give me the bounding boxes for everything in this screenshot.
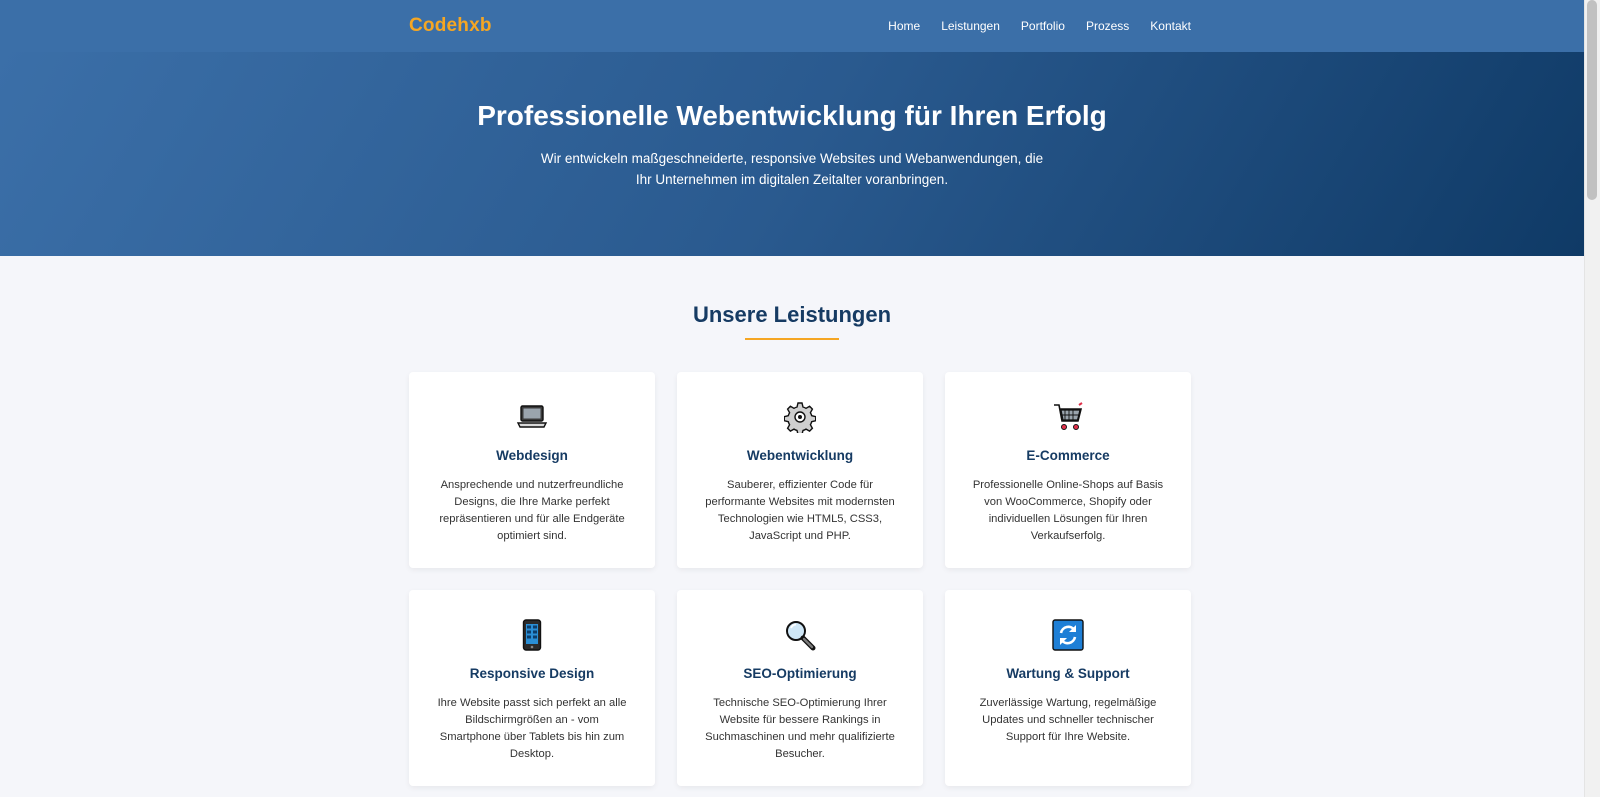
- vertical-scrollbar[interactable]: [1584, 0, 1600, 797]
- nav-link-home[interactable]: Home: [888, 19, 920, 33]
- laptop-icon: [515, 400, 549, 434]
- service-text: Technische SEO-Optimierung Ihrer Website…: [705, 697, 895, 760]
- navbar-inner: Codehxb Home Leistungen Portfolio Prozes…: [409, 0, 1191, 52]
- service-card-webentwicklung: Webentwicklung Sauberer, effizienter Cod…: [677, 372, 923, 568]
- service-card-responsive-design: Responsive Design Ihre Website passt sic…: [409, 590, 655, 786]
- service-text: Sauberer, effizienter Code für performan…: [705, 479, 895, 542]
- nav-links: Home Leistungen Portfolio Prozess Kontak…: [867, 19, 1191, 33]
- refresh-icon: [1051, 618, 1085, 652]
- service-card-wartung-support: Wartung & Support Zuverlässige Wartung, …: [945, 590, 1191, 786]
- services-title: Unsere Leistungen: [692, 302, 892, 327]
- nav-link-leistungen[interactable]: Leistungen: [941, 19, 1000, 33]
- magnifier-icon: [783, 618, 817, 652]
- logo[interactable]: Codehxb: [409, 15, 492, 37]
- nav-link-portfolio[interactable]: Portfolio: [1021, 19, 1065, 33]
- hero-title: Professionelle Webentwicklung für Ihren …: [477, 100, 1107, 131]
- service-title: Webentwicklung: [746, 448, 854, 463]
- service-title: Wartung & Support: [1006, 666, 1130, 681]
- shopping-cart-icon: [1051, 400, 1085, 434]
- nav-link-prozess[interactable]: Prozess: [1086, 19, 1129, 33]
- service-card-seo: SEO-Optimierung Technische SEO-Optimieru…: [677, 590, 923, 786]
- page: Codehxb Home Leistungen Portfolio Prozes…: [0, 0, 1584, 786]
- services-section: Unsere Leistungen Webdesign Ansprechende…: [0, 256, 1584, 786]
- navbar: Codehxb Home Leistungen Portfolio Prozes…: [0, 0, 1584, 52]
- service-text: Ihre Website passt sich perfekt an alle …: [437, 697, 627, 760]
- service-title: E-Commerce: [1026, 448, 1110, 463]
- service-title: Responsive Design: [469, 666, 595, 681]
- gear-icon: [783, 400, 817, 434]
- title-underline: [745, 338, 839, 340]
- scrollbar-thumb[interactable]: [1587, 0, 1597, 200]
- service-text: Ansprechende und nutzerfreundliche Desig…: [439, 479, 625, 542]
- service-text: Professionelle Online-Shops auf Basis vo…: [972, 479, 1164, 542]
- service-text: Zuverlässige Wartung, regelmäßige Update…: [979, 697, 1157, 743]
- service-title: SEO-Optimierung: [743, 666, 857, 681]
- service-title: Webdesign: [496, 448, 568, 463]
- hero-section: Professionelle Webentwicklung für Ihren …: [0, 52, 1584, 256]
- service-card-ecommerce: E-Commerce Professionelle Online-Shops a…: [945, 372, 1191, 568]
- service-card-webdesign: Webdesign Ansprechende und nutzerfreundl…: [409, 372, 655, 568]
- nav-link-kontakt[interactable]: Kontakt: [1150, 19, 1191, 33]
- services-grid: Webdesign Ansprechende und nutzerfreundl…: [409, 372, 1191, 786]
- hero-subtitle: Wir entwickeln maßgeschneiderte, respons…: [540, 151, 1044, 187]
- mobile-phone-icon: [515, 618, 549, 652]
